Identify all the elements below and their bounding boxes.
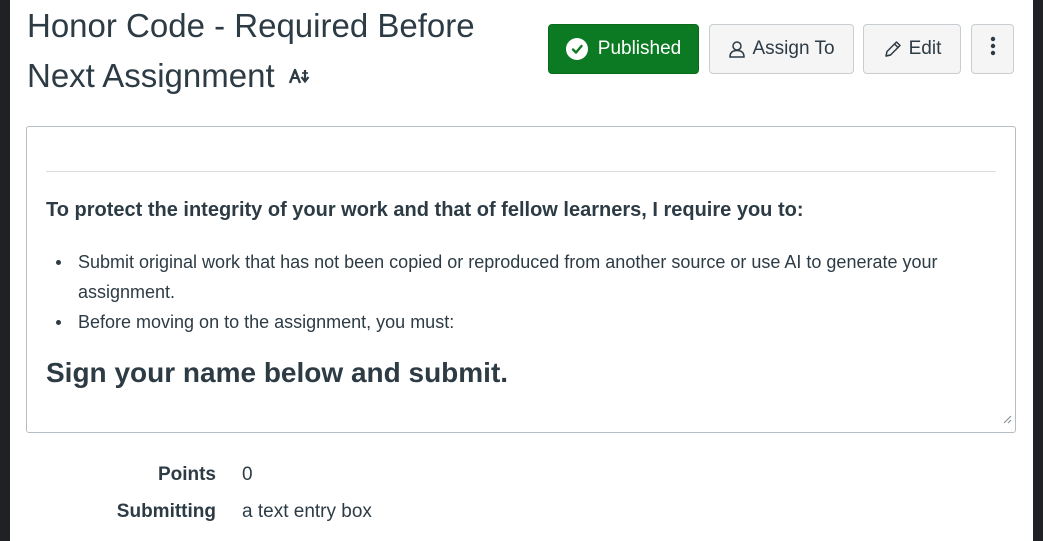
requirements-list: Submit original work that has not been c…	[46, 247, 996, 337]
submitting-label: Submitting	[116, 501, 216, 522]
window-frame-left	[0, 0, 10, 541]
ai-text-icon[interactable]	[288, 49, 311, 96]
edit-label: Edit	[908, 38, 942, 59]
sign-instruction: Sign your name below and submit.	[46, 357, 509, 388]
points-row: Points 0	[10, 464, 510, 488]
window-frame-right	[1033, 0, 1043, 541]
check-circle-icon	[565, 38, 588, 60]
list-item-text: Before moving on to the assignment, you …	[78, 312, 455, 332]
points-value: 0	[242, 464, 253, 485]
submitting-value: a text entry box	[242, 501, 372, 522]
points-label: Points	[157, 464, 216, 485]
bullet-icon	[56, 320, 61, 325]
resize-handle-icon[interactable]	[1002, 411, 1012, 429]
published-button[interactable]: Published	[548, 24, 699, 74]
list-item: Submit original work that has not been c…	[46, 247, 996, 307]
more-options-button[interactable]	[971, 24, 1014, 74]
assignment-page: Honor Code - Required Before Next Assign…	[10, 0, 1033, 541]
page-title: Honor Code - Required Before Next Assign…	[27, 2, 527, 99]
assign-to-label: Assign To	[752, 38, 835, 59]
list-item: Before moving on to the assignment, you …	[46, 307, 996, 337]
assignment-description: To protect the integrity of your work an…	[26, 126, 1016, 433]
description-intro: To protect the integrity of your work an…	[46, 199, 804, 221]
page-title-text: Honor Code - Required Before Next Assign…	[27, 7, 475, 94]
pencil-icon	[883, 39, 903, 59]
edit-button[interactable]: Edit	[863, 24, 961, 74]
kebab-menu-icon	[990, 35, 996, 63]
bullet-icon	[56, 260, 61, 265]
divider	[46, 171, 996, 172]
assign-to-button[interactable]: Assign To	[709, 24, 854, 74]
user-icon	[728, 40, 746, 58]
list-item-text: Submit original work that has not been c…	[78, 252, 938, 302]
submitting-row: Submitting a text entry box	[10, 501, 510, 525]
published-label: Published	[597, 38, 682, 59]
